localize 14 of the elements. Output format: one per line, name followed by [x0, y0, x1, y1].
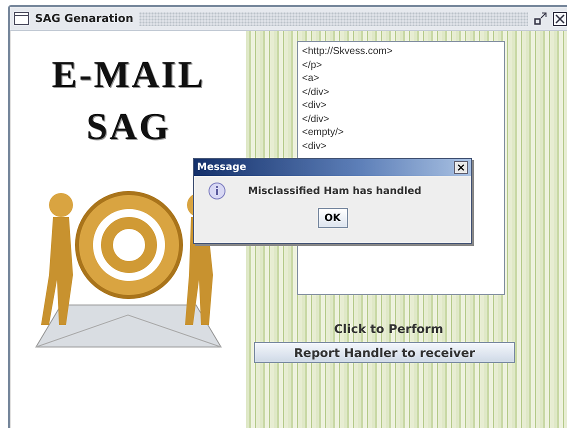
- xml-line: <http://Skvess.com>: [302, 45, 394, 58]
- logo-text: SAG: [85, 105, 172, 150]
- xml-line: <div>: [302, 140, 328, 153]
- xml-line: <a>: [302, 72, 320, 86]
- xml-line: <empty/>: [302, 126, 345, 140]
- dialog-message: Misclassified Ham has handled: [248, 186, 422, 196]
- dialog-title: Message: [197, 162, 246, 173]
- xml-line: </div>: [302, 112, 330, 126]
- instruction-label: Click to Perform: [334, 322, 444, 336]
- logo-text: E-MAIL: [52, 53, 206, 98]
- xml-line: </p>: [302, 58, 324, 72]
- xml-line: </div>: [302, 86, 330, 99]
- xml-line: <div>: [302, 99, 328, 112]
- window-title: SAG Genaration: [35, 12, 134, 25]
